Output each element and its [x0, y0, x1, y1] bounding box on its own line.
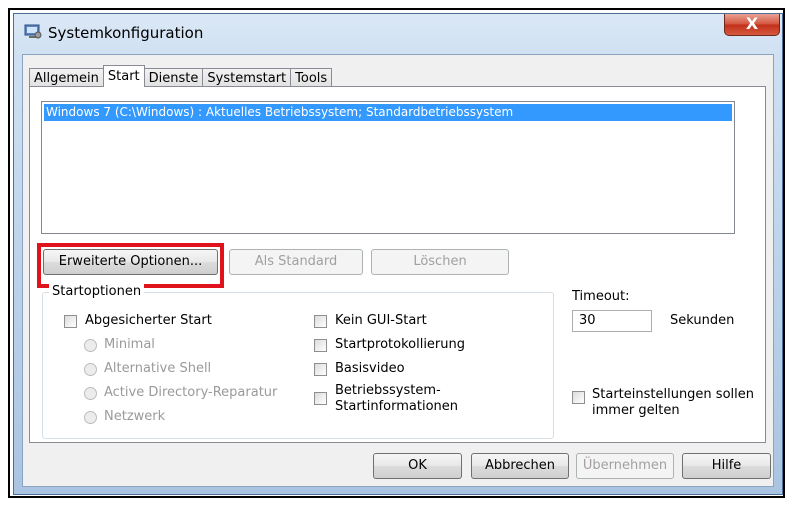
title-bar[interactable]: Systemkonfiguration X	[14, 14, 782, 52]
ok-button[interactable]: OK	[373, 453, 462, 479]
make-permanent-label-line1: Starteinstellungen sollen	[592, 387, 754, 402]
tab-strip: Allgemein Start Dienste Systemstart Tool…	[29, 65, 333, 87]
tab-services[interactable]: Dienste	[143, 68, 204, 87]
boot-options-label: Startoptionen	[49, 284, 145, 299]
window-title: Systemkonfiguration	[48, 24, 204, 42]
tab-startup[interactable]: Systemstart	[202, 68, 292, 87]
ad-repair-radio[interactable]	[84, 387, 97, 400]
apply-button[interactable]: Übernehmen	[576, 453, 674, 479]
tab-general[interactable]: Allgemein	[29, 68, 104, 87]
boot-options-group: Startoptionen Abgesicherter Start Minima…	[42, 284, 554, 439]
alternate-shell-radio[interactable]	[84, 363, 97, 376]
make-permanent-label-line2: immer gelten	[592, 403, 680, 418]
safe-boot-checkbox[interactable]	[64, 315, 77, 328]
system-config-icon	[24, 24, 42, 39]
network-label: Netzwerk	[104, 409, 166, 424]
timeout-field[interactable]: 30	[572, 310, 652, 332]
help-button[interactable]: Hilfe	[682, 453, 771, 479]
tab-tools[interactable]: Tools	[290, 68, 333, 87]
ad-repair-label: Active Directory-Reparatur	[104, 385, 278, 400]
os-boot-info-checkbox[interactable]	[314, 392, 327, 405]
boot-entry-item[interactable]: Windows 7 (C:\Windows) : Aktuelles Betri…	[44, 104, 732, 121]
base-video-checkbox[interactable]	[314, 363, 327, 376]
boot-entry-list[interactable]: Windows 7 (C:\Windows) : Aktuelles Betri…	[41, 101, 735, 234]
alternate-shell-label: Alternative Shell	[104, 361, 212, 376]
delete-button[interactable]: Löschen	[371, 249, 509, 275]
os-boot-info-label-line1: Betriebssystem-	[335, 383, 441, 398]
cancel-button[interactable]: Abbrechen	[471, 453, 569, 479]
os-boot-info-label-line2: Startinformationen	[335, 399, 459, 414]
base-video-label: Basisvideo	[335, 361, 405, 376]
no-gui-boot-checkbox[interactable]	[314, 315, 327, 328]
advanced-options-button[interactable]: Erweiterte Optionen...	[43, 249, 218, 275]
set-default-button[interactable]: Als Standard	[229, 249, 363, 275]
tab-boot[interactable]: Start	[102, 65, 145, 87]
minimal-label: Minimal	[104, 337, 155, 352]
boot-log-label: Startprotokollierung	[335, 337, 465, 352]
safe-boot-label: Abgesicherter Start	[85, 313, 212, 328]
minimal-radio[interactable]	[84, 339, 97, 352]
close-icon[interactable]: X	[724, 14, 780, 36]
timeout-unit-label: Sekunden	[670, 313, 735, 328]
system-configuration-window: Systemkonfiguration X Allgemein Start Di…	[13, 13, 783, 495]
boot-log-checkbox[interactable]	[314, 339, 327, 352]
network-radio[interactable]	[84, 411, 97, 424]
no-gui-boot-label: Kein GUI-Start	[335, 313, 427, 328]
timeout-label: Timeout:	[572, 289, 630, 304]
make-permanent-checkbox[interactable]	[572, 391, 585, 404]
boot-tab-panel: Windows 7 (C:\Windows) : Aktuelles Betri…	[29, 86, 766, 443]
dialog-client-area: Allgemein Start Dienste Systemstart Tool…	[22, 54, 774, 487]
